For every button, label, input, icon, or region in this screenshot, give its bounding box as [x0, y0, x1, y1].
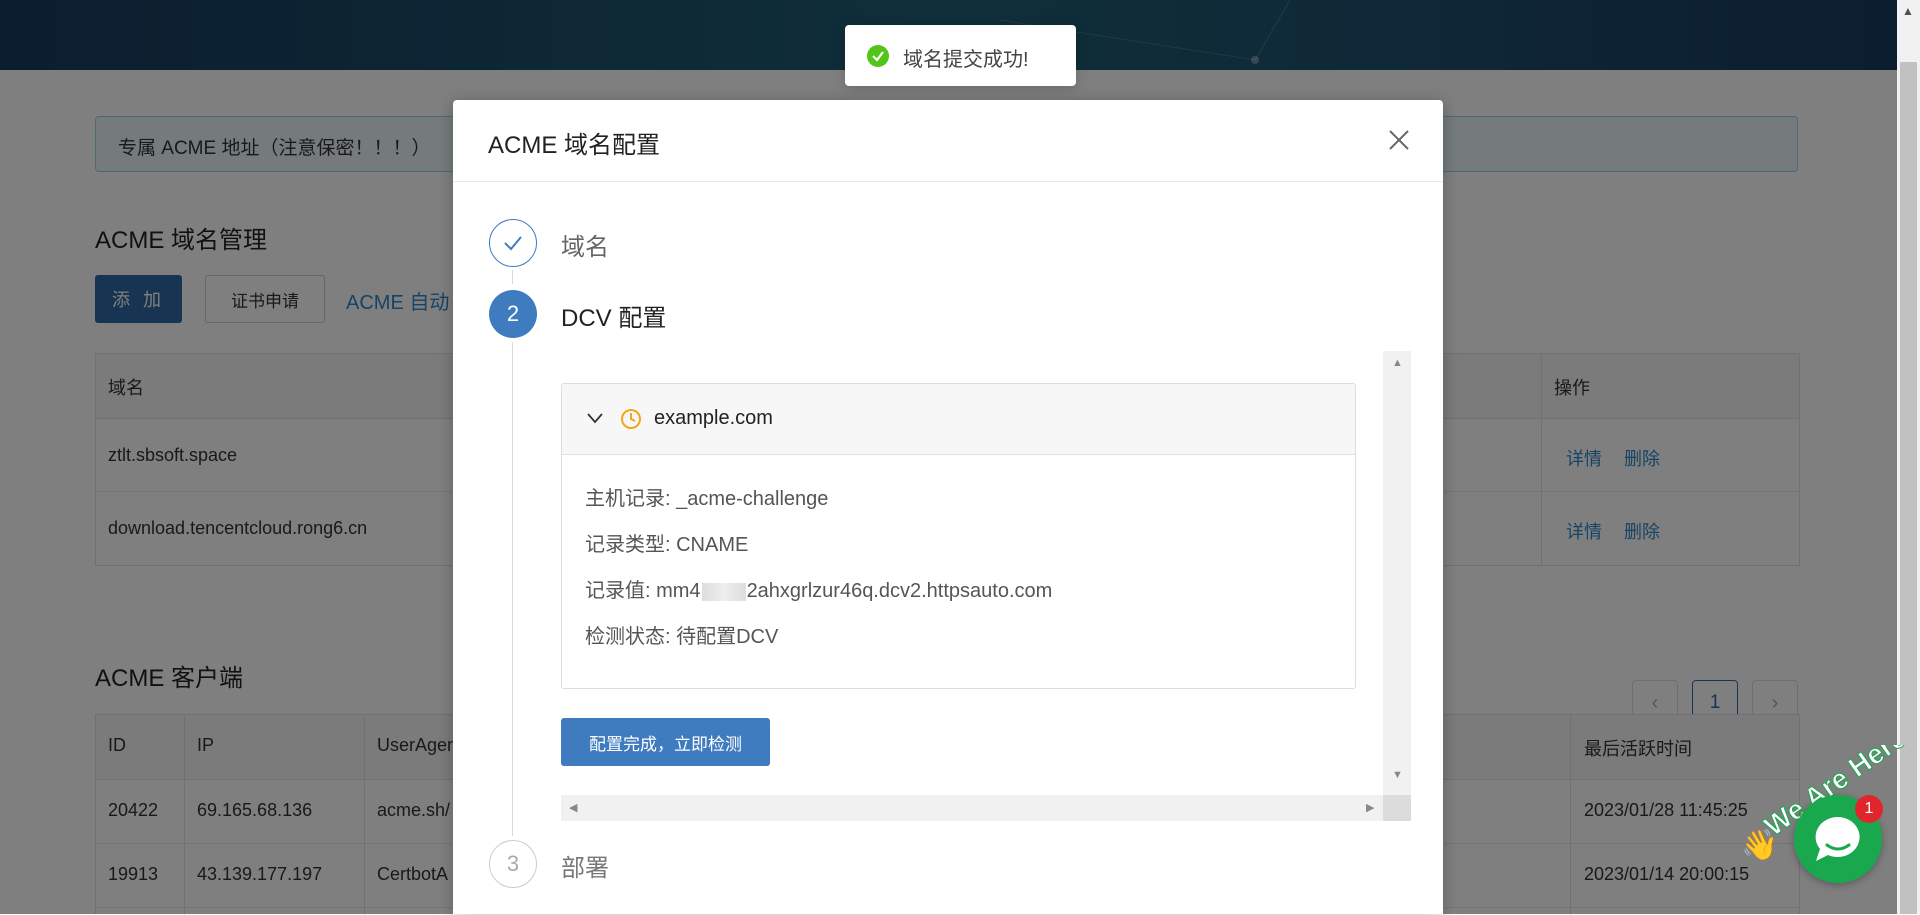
step-2-label: DCV 配置	[561, 305, 667, 332]
toast-text: 域名提交成功!	[903, 49, 1029, 71]
scroll-up-arrow-icon[interactable]: ▲	[1902, 4, 1914, 18]
record-value-suffix: 2ahxgrlzur46q.dcv2.httpsauto.com	[746, 580, 1053, 602]
scrollbar-corner	[1383, 795, 1411, 821]
record-value-prefix: 记录值: mm4	[585, 580, 701, 602]
clock-icon	[621, 409, 641, 429]
check-now-button[interactable]: 配置完成，立即检测	[561, 718, 770, 766]
chevron-down-icon[interactable]	[586, 411, 604, 425]
success-toast: 域名提交成功!	[845, 25, 1076, 86]
dcv-horizontal-scrollbar[interactable]: ◀ ▶	[561, 795, 1383, 821]
chat-unread-badge: 1	[1855, 795, 1883, 823]
waving-hand-icon: 👋	[1741, 828, 1778, 863]
check-status: 检测状态: 待配置DCV	[585, 626, 779, 648]
scroll-down-arrow-icon[interactable]: ▼	[1392, 769, 1403, 781]
acme-domain-config-modal: ACME 域名配置 域名 2 DCV 配置 example.com 主机记录: …	[453, 100, 1443, 914]
scroll-left-arrow-icon[interactable]: ◀	[569, 801, 577, 814]
step-3-indicator: 3	[489, 840, 537, 888]
step-2-indicator: 2	[489, 290, 537, 338]
card-header[interactable]: example.com	[562, 384, 1355, 455]
dcv-scroll-area[interactable]: example.com 主机记录: _acme-challenge 记录类型: …	[561, 351, 1411, 821]
step-connector	[512, 270, 513, 284]
redacted-mask	[701, 582, 746, 601]
domain-dcv-card: example.com 主机记录: _acme-challenge 记录类型: …	[561, 383, 1356, 689]
scroll-right-arrow-icon[interactable]: ▶	[1366, 801, 1374, 814]
step-1-label: 域名	[561, 234, 609, 261]
record-type: 记录类型: CNAME	[585, 534, 749, 556]
success-check-icon	[867, 45, 889, 67]
modal-header: ACME 域名配置	[453, 100, 1443, 182]
step-1-indicator	[489, 219, 537, 267]
scroll-up-arrow-icon[interactable]: ▲	[1392, 357, 1403, 369]
modal-title: ACME 域名配置	[488, 132, 661, 159]
step-connector	[512, 342, 513, 836]
check-icon	[504, 236, 522, 251]
card-domain-name: example.com	[654, 407, 773, 429]
close-icon[interactable]	[1385, 126, 1413, 154]
dcv-vertical-scrollbar[interactable]: ▲ ▼	[1383, 351, 1411, 821]
record-value: 记录值: mm4 2ahxgrlzur46q.dcv2.httpsauto.com	[585, 574, 1052, 603]
host-record: 主机记录: _acme-challenge	[585, 488, 829, 510]
step-3-label: 部署	[561, 855, 609, 882]
